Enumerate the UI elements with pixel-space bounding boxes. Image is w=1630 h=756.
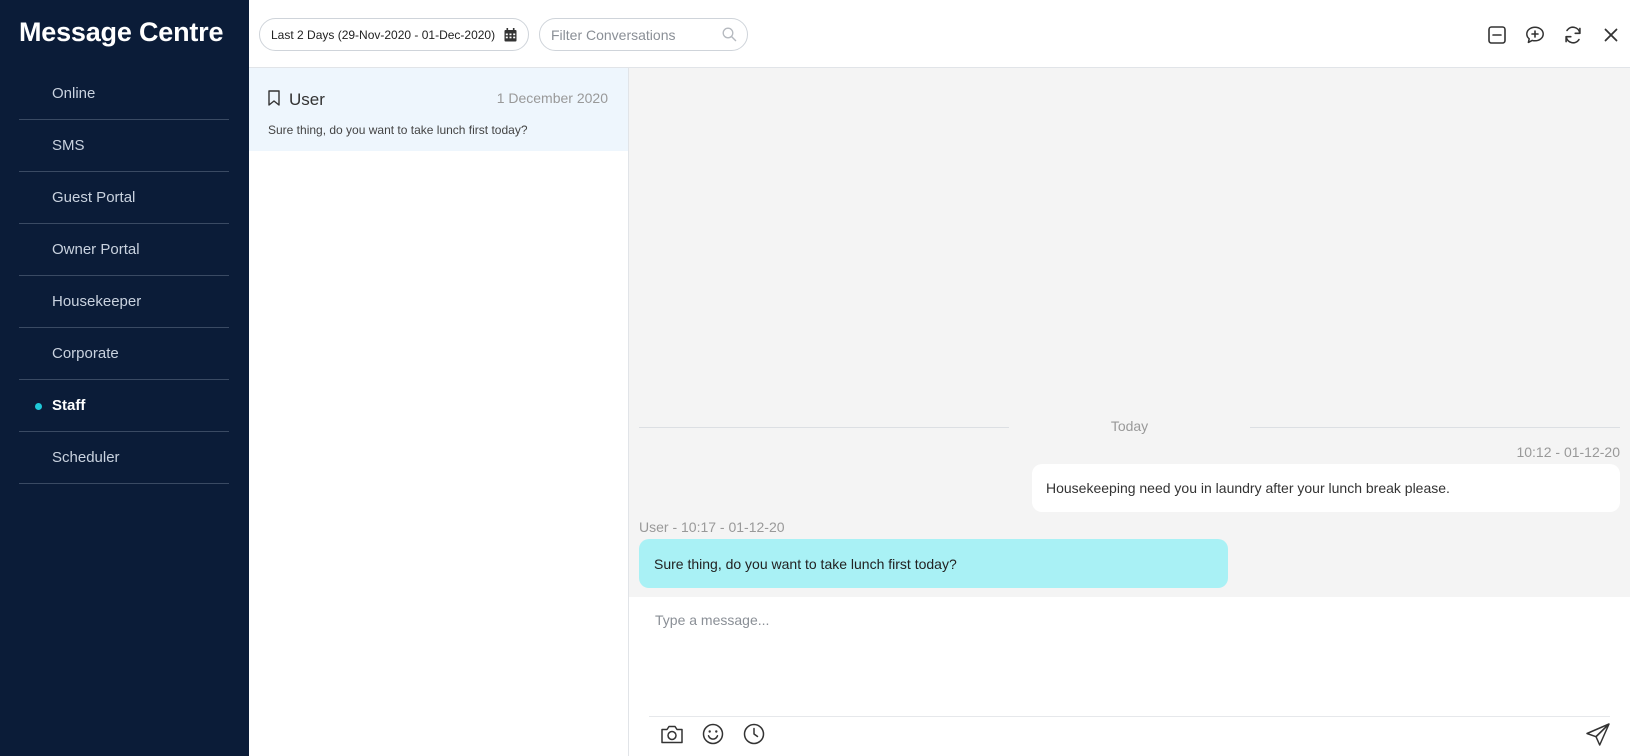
sidebar-item-label: Online — [52, 85, 96, 102]
message-centre-app: Message Centre Online SMS Guest Portal O… — [0, 0, 1630, 756]
bookmark-icon[interactable] — [268, 90, 280, 106]
sidebar-item-label: Staff — [52, 397, 86, 414]
sidebar-item-corporate[interactable]: Corporate — [19, 328, 229, 380]
new-conversation-icon[interactable] — [1524, 24, 1546, 46]
sidebar-item-staff[interactable]: Staff — [19, 380, 229, 432]
sidebar-item-label: SMS — [52, 137, 85, 154]
search-icon[interactable] — [722, 27, 737, 42]
chat-thread: Today 10:12 - 01-12-20 Housekeeping need… — [629, 68, 1630, 597]
sidebar-item-online[interactable]: Online — [19, 68, 229, 120]
message-text: Sure thing, do you want to take lunch fi… — [654, 555, 957, 572]
message-composer — [629, 597, 1630, 756]
message-input[interactable] — [655, 612, 1595, 702]
sidebar-item-label: Corporate — [52, 345, 119, 362]
emoji-icon[interactable] — [700, 721, 726, 747]
separator-line — [1250, 427, 1620, 428]
conversation-name: User — [289, 90, 325, 109]
message-text: Housekeeping need you in laundry after y… — [1046, 480, 1450, 496]
incoming-message-bubble: Sure thing, do you want to take lunch fi… — [639, 539, 1228, 588]
outgoing-message-meta: 10:12 - 01-12-20 — [1516, 444, 1620, 460]
calendar-icon — [504, 28, 517, 42]
composer-divider — [649, 716, 1610, 717]
sidebar-item-scheduler[interactable]: Scheduler — [19, 432, 229, 484]
sidebar-nav: Online SMS Guest Portal Owner Portal Hou… — [19, 68, 229, 484]
app-title: Message Centre — [19, 17, 224, 47]
close-icon[interactable] — [1600, 24, 1622, 46]
conversation-date: 1 December 2020 — [496, 90, 608, 106]
outgoing-message-bubble: Housekeeping need you in laundry after y… — [1032, 464, 1620, 512]
sidebar-item-housekeeper[interactable]: Housekeeper — [19, 276, 229, 328]
send-icon[interactable] — [1584, 721, 1612, 749]
incoming-message-meta: User - 10:17 - 01-12-20 — [639, 519, 785, 535]
sidebar-item-sms[interactable]: SMS — [19, 120, 229, 172]
sidebar-item-owner-portal[interactable]: Owner Portal — [19, 224, 229, 276]
sidebar-item-guest-portal[interactable]: Guest Portal — [19, 172, 229, 224]
filter-conversations — [539, 18, 748, 51]
sidebar-item-label: Scheduler — [52, 449, 120, 466]
day-separator: Today — [639, 418, 1620, 438]
date-range-picker[interactable]: Last 2 Days (29-Nov-2020 - 01-Dec-2020) — [259, 18, 529, 51]
conversation-preview: Sure thing, do you want to take lunch fi… — [268, 123, 528, 137]
sidebar: Message Centre Online SMS Guest Portal O… — [0, 0, 249, 756]
camera-icon[interactable] — [659, 721, 685, 747]
sidebar-item-label: Guest Portal — [52, 189, 136, 206]
clock-icon[interactable] — [741, 721, 767, 747]
filter-conversations-input[interactable] — [551, 25, 716, 45]
active-indicator-dot — [35, 402, 42, 410]
sidebar-item-label: Owner Portal — [52, 241, 140, 258]
refresh-icon[interactable] — [1562, 24, 1584, 46]
conversation-item[interactable]: User 1 December 2020 Sure thing, do you … — [249, 68, 628, 151]
conversation-list: User 1 December 2020 Sure thing, do you … — [249, 68, 629, 756]
collapse-icon[interactable] — [1486, 24, 1508, 46]
sidebar-item-label: Housekeeper — [52, 293, 142, 310]
date-range-label: Last 2 Days (29-Nov-2020 - 01-Dec-2020) — [271, 27, 496, 42]
day-label: Today — [1110, 418, 1149, 434]
top-bar: Last 2 Days (29-Nov-2020 - 01-Dec-2020) — [249, 0, 1630, 68]
